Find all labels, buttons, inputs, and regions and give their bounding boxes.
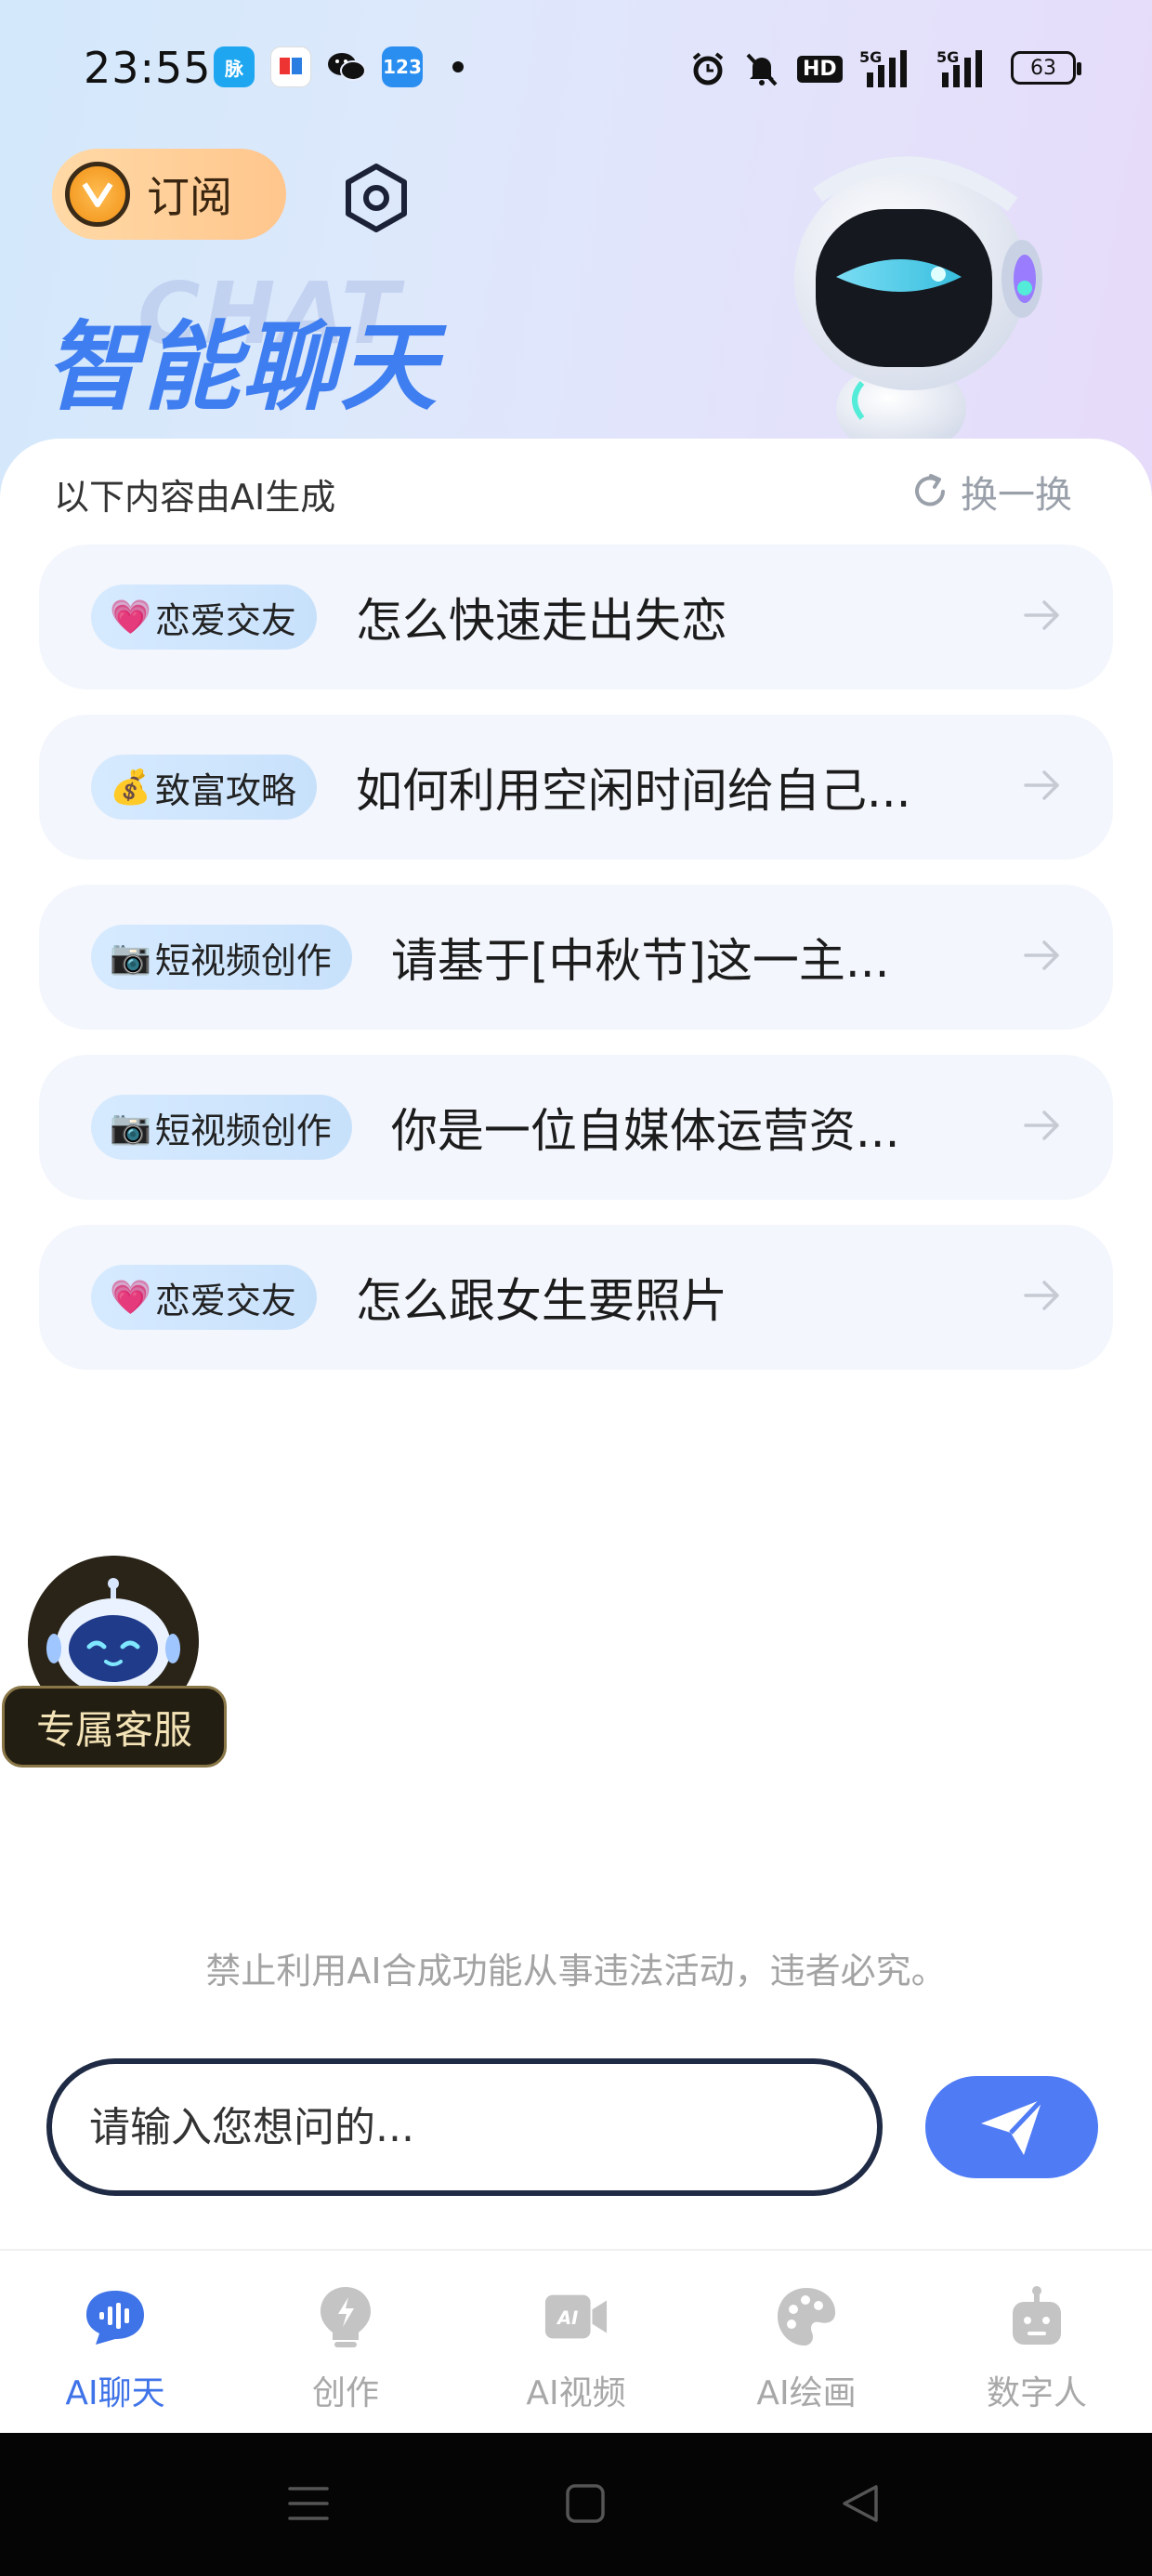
heart-icon: 💗 xyxy=(110,1279,151,1317)
disclaimer-text: 禁止利用AI合成功能从事违法活动，违者必究。 xyxy=(205,1951,947,1991)
nav-label: AI绘画 xyxy=(756,2374,857,2412)
status-bar: 23:55 脉 123 HD 5G 5G 63 xyxy=(0,0,1152,139)
customer-service-button[interactable]: 专属客服 xyxy=(2,1686,227,1768)
arrow-right-icon xyxy=(1024,1281,1059,1310)
suggestion-text: 怎么快速走出失恋 xyxy=(355,594,727,648)
suggestion-text: 怎么跟女生要照片 xyxy=(355,1274,727,1328)
category-tag: 💗 恋爱交友 xyxy=(91,1265,317,1330)
camera-icon: 📷 xyxy=(110,939,151,977)
battery-icon: 63 xyxy=(1011,51,1081,85)
back-icon[interactable] xyxy=(832,2476,888,2531)
category-tag: 📷 短视频创作 xyxy=(91,1095,352,1160)
arrow-right-icon xyxy=(1024,600,1059,630)
suggestion-text: 请基于[中秋节]这一主... xyxy=(390,934,890,988)
category-tag: 💰 致富攻略 xyxy=(91,755,317,820)
arrow-right-icon xyxy=(1024,1111,1059,1140)
system-navigation-bar xyxy=(0,2433,1152,2576)
vip-badge-icon xyxy=(65,162,130,227)
category-label: 致富攻略 xyxy=(154,769,296,811)
robot-icon xyxy=(1004,2284,1069,2349)
arrow-right-icon xyxy=(1024,940,1059,970)
suggestion-card[interactable]: 📷 短视频创作 你是一位自媒体运营资... xyxy=(39,1055,1113,1200)
category-label: 短视频创作 xyxy=(154,1110,332,1151)
refresh-icon xyxy=(915,474,945,506)
heart-icon: 💗 xyxy=(110,598,151,637)
app-screen: 23:55 脉 123 HD 5G 5G 63 订阅 CHAT 智能聊天 以下内… xyxy=(0,0,1152,2576)
signal-icon-2: 5G xyxy=(931,48,987,89)
signal-icon: 5G xyxy=(859,48,910,89)
news-app-icon xyxy=(270,46,311,87)
menu-icon[interactable] xyxy=(281,2476,336,2531)
subscribe-button[interactable]: 订阅 xyxy=(52,149,286,240)
nav-ai-video[interactable]: AI AI视频 xyxy=(461,2251,691,2435)
title-text: 智能聊天 xyxy=(45,310,439,424)
bulb-icon xyxy=(313,2284,378,2349)
category-tag: 📷 短视频创作 xyxy=(91,925,352,990)
nav-label: AI聊天 xyxy=(65,2374,165,2412)
more-notifications-dot xyxy=(452,61,464,72)
mute-icon xyxy=(743,48,780,89)
category-tag: 💗 恋爱交友 xyxy=(91,585,317,650)
svg-text:AI: AI xyxy=(556,2307,578,2329)
nav-label: AI视频 xyxy=(526,2374,626,2412)
app-notification-icon: 脉 xyxy=(214,46,255,87)
page-title: CHAT 智能聊天 xyxy=(45,264,528,424)
chat-voice-icon xyxy=(83,2284,148,2349)
send-icon xyxy=(981,2097,1044,2155)
suggestion-text: 如何利用空闲时间给自己... xyxy=(355,764,911,818)
suggestion-card[interactable]: 💰 致富攻略 如何利用空闲时间给自己... xyxy=(39,715,1113,860)
palette-icon xyxy=(774,2284,839,2349)
nav-create[interactable]: 创作 xyxy=(230,2251,461,2435)
category-label: 恋爱交友 xyxy=(154,599,296,641)
refresh-button[interactable]: 换一换 xyxy=(910,465,1072,519)
camera-icon: 📷 xyxy=(110,1109,151,1147)
suggestion-card[interactable]: 💗 恋爱交友 怎么快速走出失恋 xyxy=(39,545,1113,690)
suggestion-card[interactable]: 📷 短视频创作 请基于[中秋节]这一主... xyxy=(39,885,1113,1030)
bottom-navigation: AI聊天 创作 AI AI视频 AI绘画 数字人 xyxy=(0,2249,1152,2433)
chat-input[interactable] xyxy=(46,2058,883,2196)
nav-digital-human[interactable]: 数字人 xyxy=(922,2251,1152,2435)
ai-generated-note: 以下内容由AI生成 xyxy=(54,477,336,518)
video-camera-icon: AI xyxy=(543,2284,609,2349)
home-icon[interactable] xyxy=(557,2476,613,2531)
category-label: 恋爱交友 xyxy=(154,1280,296,1321)
nav-label: 数字人 xyxy=(986,2374,1087,2412)
alarm-icon xyxy=(689,48,727,89)
arrow-right-icon xyxy=(1024,770,1059,800)
settings-button[interactable] xyxy=(336,158,416,238)
status-time: 23:55 xyxy=(84,43,212,93)
settings-icon xyxy=(346,164,407,232)
nav-ai-painting[interactable]: AI绘画 xyxy=(691,2251,922,2435)
send-button[interactable] xyxy=(925,2076,1098,2178)
suggestion-text: 你是一位自媒体运营资... xyxy=(390,1104,900,1158)
nav-ai-chat[interactable]: AI聊天 xyxy=(0,2251,230,2435)
hd-icon: HD xyxy=(797,48,843,89)
money-bag-icon: 💰 xyxy=(110,769,151,807)
robot-mascot-icon xyxy=(794,156,1042,446)
refresh-label: 换一换 xyxy=(961,474,1072,517)
category-label: 短视频创作 xyxy=(154,940,332,981)
suggestion-list: 💗 恋爱交友 怎么快速走出失恋 💰 致富攻略 如何利用空闲时间给自己... 📷 … xyxy=(39,545,1113,1395)
wechat-icon xyxy=(326,46,367,87)
nav-label: 创作 xyxy=(311,2374,379,2412)
suggestion-card[interactable]: 💗 恋爱交友 怎么跟女生要照片 xyxy=(39,1225,1113,1370)
cloud-123-icon: 123 xyxy=(382,46,423,87)
subscribe-label: 订阅 xyxy=(147,172,232,222)
